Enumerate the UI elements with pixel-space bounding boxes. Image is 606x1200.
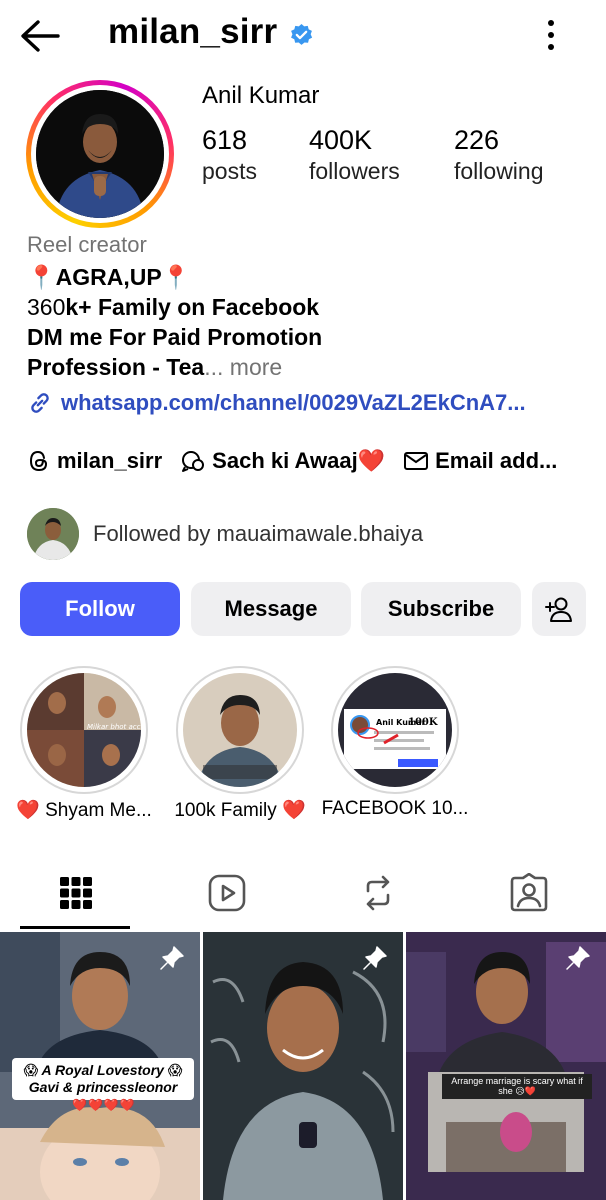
active-tab-indicator [20, 926, 130, 929]
message-button[interactable]: Message [191, 582, 351, 636]
tagged-icon [510, 873, 547, 912]
post-screen-caption: Arrange marriage is scary what if she 😥❤… [442, 1074, 592, 1099]
followers-count: 400K [309, 125, 373, 155]
grid-icon [59, 877, 92, 909]
posts-grid: 😱 A Royal Lovestory 😱 Gavi & princessleo… [0, 932, 606, 1200]
add-person-icon [545, 597, 572, 622]
profile-avatar[interactable] [36, 90, 164, 218]
story-highlight[interactable]: Anil Kumar 100K FACEBOOK 10... [322, 666, 468, 819]
mail-icon [404, 452, 429, 470]
verified-badge-icon [291, 24, 313, 45]
highlight-label: FACEBOOK 10... [321, 798, 469, 819]
bio-more-link[interactable]: more [223, 354, 282, 380]
posts-label: posts [202, 158, 257, 184]
post-tile[interactable]: Arrange marriage is scary what if she 😥❤… [406, 932, 606, 1200]
post-thumbnail [203, 932, 403, 1200]
post-caption-line: Gavi & princessleonor [28, 1079, 178, 1095]
tab-tagged[interactable] [453, 860, 604, 926]
following-stat[interactable]: 226 following [454, 124, 544, 186]
story-ring[interactable] [26, 80, 174, 228]
mutual-follower-avatar [27, 508, 79, 560]
threads-chip[interactable]: milan_sirr [27, 448, 162, 474]
profile-category: Reel creator [27, 232, 147, 257]
profile-header: milan_sirr [0, 0, 606, 72]
reposts-icon [366, 875, 389, 911]
back-arrow-icon[interactable] [18, 18, 62, 54]
bio-line: Profession - Tea... more [27, 354, 283, 380]
more-options-icon[interactable] [536, 18, 566, 52]
post-hearts: ❤️❤️❤️❤️ [72, 1098, 136, 1112]
highlight-overlay-text: Milkar bhot accha laga bhaiya [87, 723, 141, 731]
profile-link[interactable]: whatsapp.com/channel/0029VaZL2EkCnA7... [27, 390, 526, 416]
tab-reposts[interactable] [302, 860, 453, 926]
bio-line: 📍AGRA,UP📍 [27, 264, 191, 290]
follow-button[interactable]: Follow [20, 582, 180, 636]
following-label: following [454, 158, 544, 184]
followers-label: followers [309, 158, 400, 184]
profile-chips: milan_sirr Sach ki Awaaj❤️ Email add... [27, 448, 557, 474]
highlight-cover: Anil Kumar 100K [338, 673, 452, 787]
highlight-cover [183, 673, 297, 787]
story-highlight[interactable]: Milkar bhot accha laga bhaiya ❤️ Shyam M… [16, 666, 152, 821]
username-title: milan_sirr [108, 12, 278, 51]
profile-tabs [0, 860, 606, 930]
story-highlight[interactable]: 100k Family ❤️ [174, 666, 306, 821]
email-chip[interactable]: Email add... [403, 448, 557, 474]
post-caption-box: 😱 A Royal Lovestory 😱 Gavi & princessleo… [12, 1058, 194, 1100]
posts-count: 618 [202, 125, 248, 155]
followed-by-text: Followed by mauaimawale.bhaiya [93, 521, 424, 546]
pin-icon [160, 946, 184, 970]
tab-posts-grid[interactable] [0, 860, 151, 926]
highlight-cover: Milkar bhot accha laga bhaiya [27, 673, 141, 787]
bio-line: 360k+ Family on Facebook [27, 294, 320, 320]
following-count: 226 [454, 125, 500, 155]
post-thumbnail [406, 932, 606, 1200]
reels-icon [208, 874, 245, 912]
post-tile[interactable] [203, 932, 403, 1200]
pin-icon [363, 946, 387, 970]
subscribe-button[interactable]: Subscribe [361, 582, 521, 636]
suggest-people-button[interactable] [532, 582, 586, 636]
bio-line: DM me For Paid Promotion [27, 324, 323, 350]
highlight-label: 100k Family ❤️ [174, 800, 306, 821]
post-caption-line: 😱 A Royal Lovestory 😱 [23, 1062, 183, 1078]
highlight-label: ❤️ Shyam Me... [16, 800, 152, 821]
followed-by-row[interactable]: Followed by mauaimawale.bhaiya [27, 508, 423, 560]
link-icon [31, 393, 49, 413]
chat-icon [182, 451, 205, 472]
posts-stat[interactable]: 618 posts [202, 124, 257, 186]
post-tile[interactable]: 😱 A Royal Lovestory 😱 Gavi & princessleo… [0, 932, 200, 1200]
threads-icon [29, 450, 48, 472]
tab-reels[interactable] [151, 860, 302, 926]
display-name: Anil Kumar [202, 82, 320, 109]
followers-stat[interactable]: 400K followers [309, 124, 400, 186]
channel-chip[interactable]: Sach ki Awaaj❤️ [180, 448, 385, 474]
highlight-count: 100K [408, 717, 438, 728]
pin-icon [566, 946, 590, 970]
